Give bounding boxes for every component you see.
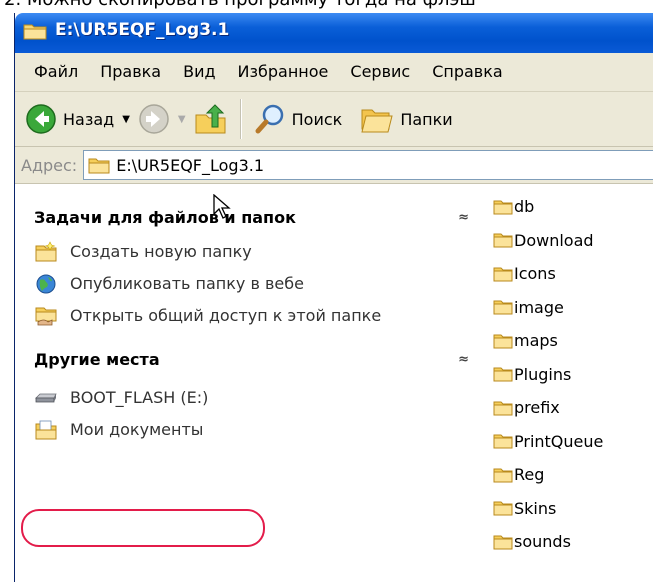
search-button[interactable]: Поиск bbox=[250, 97, 347, 141]
explorer-window: E:\UR5EQF_Log3.1 Файл Правка Вид Избранн… bbox=[14, 13, 653, 582]
list-item[interactable]: PrintQueue bbox=[483, 425, 653, 459]
search-icon bbox=[255, 104, 283, 134]
folder-icon bbox=[88, 158, 110, 174]
collapse-icon[interactable]: ≈ bbox=[458, 210, 469, 225]
menu-file[interactable]: Файл bbox=[23, 57, 89, 87]
folder-icon bbox=[493, 501, 513, 516]
list-item[interactable]: Plugins bbox=[483, 358, 653, 392]
drive-icon bbox=[35, 393, 57, 403]
address-field[interactable]: E:\UR5EQF_Log3.1 bbox=[83, 150, 653, 180]
menu-favorites[interactable]: Избранное bbox=[227, 57, 340, 87]
place-label: BOOT_FLASH (E:) bbox=[70, 388, 209, 407]
folder-name: prefix bbox=[514, 398, 560, 418]
page-caption: 2. Можно скопировать программу тогда на … bbox=[0, 0, 653, 13]
folder-name: Skins bbox=[514, 498, 557, 518]
folder-icon bbox=[493, 434, 513, 449]
place-boot-flash[interactable]: BOOT_FLASH (E:) bbox=[15, 382, 483, 414]
folder-name: Reg bbox=[514, 465, 545, 485]
folder-icon bbox=[493, 468, 513, 483]
list-item[interactable]: Reg bbox=[483, 458, 653, 492]
place-my-documents[interactable]: Мои документы bbox=[15, 414, 483, 446]
place-label: Мои документы bbox=[70, 420, 204, 439]
task-pane: Задачи для файлов и папок ≈ Создать нову… bbox=[15, 184, 483, 582]
list-item[interactable]: prefix bbox=[483, 391, 653, 425]
window-title: E:\UR5EQF_Log3.1 bbox=[55, 20, 230, 40]
folders-icon bbox=[361, 109, 393, 133]
back-button[interactable]: Назад ▼ bbox=[21, 97, 134, 141]
back-dropdown-icon[interactable]: ▼ bbox=[122, 114, 130, 125]
collapse-icon[interactable]: ≈ bbox=[458, 352, 469, 367]
folder-name: maps bbox=[514, 331, 558, 351]
task-label: Создать новую папку bbox=[70, 242, 252, 261]
web-publish-icon bbox=[36, 274, 56, 294]
task-label: Открыть общий доступ к этой папке bbox=[70, 306, 382, 325]
toolbar: Назад ▼ ▼ Поиск Папки bbox=[15, 92, 653, 147]
address-bar: Адрес: E:\UR5EQF_Log3.1 bbox=[15, 147, 653, 184]
title-bar[interactable]: E:\UR5EQF_Log3.1 bbox=[15, 13, 653, 53]
search-label: Поиск bbox=[291, 109, 343, 129]
folder-icon bbox=[493, 535, 513, 550]
task-new-folder[interactable]: Создать новую папку bbox=[15, 236, 483, 268]
folder-icon bbox=[493, 200, 513, 215]
folder-icon bbox=[493, 300, 513, 315]
menu-edit[interactable]: Правка bbox=[89, 57, 172, 87]
forward-button[interactable]: ▼ bbox=[134, 97, 190, 141]
forward-arrow-icon bbox=[139, 104, 169, 134]
task-label: Опубликовать папку в вебе bbox=[70, 274, 304, 293]
new-folder-icon bbox=[35, 241, 57, 262]
task-share-folder[interactable]: Открыть общий доступ к этой папке bbox=[15, 300, 483, 332]
highlight-ring bbox=[21, 509, 265, 547]
address-label: Адрес: bbox=[21, 155, 78, 175]
explorer-content: Задачи для файлов и папок ≈ Создать нову… bbox=[15, 184, 653, 582]
list-item[interactable]: sounds bbox=[483, 525, 653, 559]
folder-icon bbox=[493, 233, 513, 248]
folder-name: Download bbox=[514, 230, 594, 250]
list-item[interactable]: maps bbox=[483, 324, 653, 358]
folder-name: Plugins bbox=[514, 364, 572, 384]
folder-icon bbox=[493, 267, 513, 282]
places-panel-header[interactable]: Другие места ≈ bbox=[15, 340, 483, 378]
back-label: Назад bbox=[63, 109, 115, 129]
list-item[interactable]: image bbox=[483, 291, 653, 325]
back-arrow-icon bbox=[26, 104, 56, 134]
toolbar-separator bbox=[239, 99, 242, 139]
menu-help[interactable]: Справка bbox=[421, 57, 514, 87]
folder-name: sounds bbox=[514, 532, 571, 552]
menu-view[interactable]: Вид bbox=[172, 57, 226, 87]
forward-dropdown-icon[interactable]: ▼ bbox=[178, 114, 186, 125]
task-publish-web[interactable]: Опубликовать папку в вебе bbox=[15, 268, 483, 300]
folder-name: PrintQueue bbox=[514, 431, 604, 451]
my-documents-icon bbox=[35, 420, 57, 440]
folders-label: Папки bbox=[400, 109, 453, 129]
folders-button[interactable]: Папки bbox=[356, 97, 456, 141]
tasks-panel-title: Задачи для файлов и папок bbox=[34, 207, 296, 227]
address-value: E:\UR5EQF_Log3.1 bbox=[116, 155, 265, 175]
folder-icon bbox=[493, 334, 513, 349]
list-item[interactable]: db bbox=[483, 190, 653, 224]
list-item[interactable]: Skins bbox=[483, 492, 653, 526]
folder-icon bbox=[493, 367, 513, 382]
folder-name: image bbox=[514, 297, 564, 317]
folder-name: db bbox=[514, 197, 535, 217]
folder-icon bbox=[23, 24, 47, 40]
list-item[interactable]: Icons bbox=[483, 257, 653, 291]
mouse-cursor-icon bbox=[213, 194, 231, 219]
places-panel-title: Другие места bbox=[34, 349, 160, 369]
menu-tools[interactable]: Сервис bbox=[339, 57, 421, 87]
share-folder-icon bbox=[35, 307, 57, 326]
up-folder-button[interactable] bbox=[190, 97, 232, 141]
up-folder-icon bbox=[195, 104, 226, 134]
list-item[interactable]: Download bbox=[483, 224, 653, 258]
tasks-panel-header[interactable]: Задачи для файлов и папок ≈ bbox=[15, 198, 483, 236]
folder-name: Icons bbox=[514, 264, 556, 284]
menu-bar: Файл Правка Вид Избранное Сервис Справка bbox=[15, 53, 653, 92]
folder-icon bbox=[493, 401, 513, 416]
file-list: db Download Icons image maps Plugins pre… bbox=[483, 184, 653, 582]
